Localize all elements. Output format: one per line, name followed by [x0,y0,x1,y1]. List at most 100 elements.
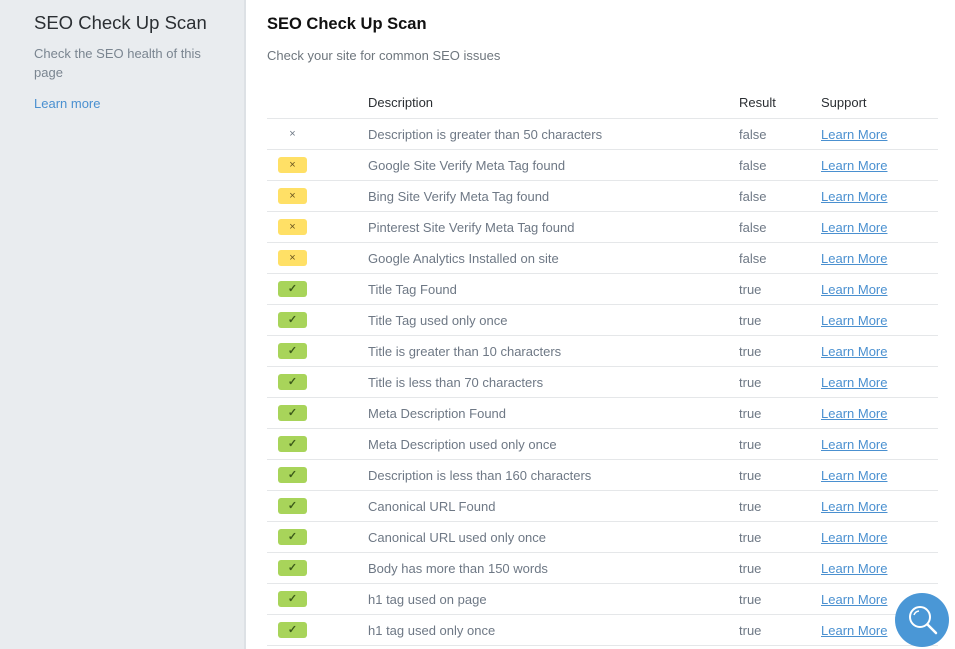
result-cell: true [739,397,821,429]
learn-more-link[interactable]: Learn More [821,623,887,638]
learn-more-link[interactable]: Learn More [821,406,887,421]
learn-more-link[interactable]: Learn More [821,220,887,235]
table-row: ✓ Title Tag Found true Learn More [267,273,938,305]
table-row: ✓ h1 tag used only once true Learn More [267,614,938,646]
learn-more-link[interactable]: Learn More [821,251,887,266]
status-cell: ✓ [267,521,368,553]
check-icon: ✓ [287,531,298,544]
support-cell: Learn More [821,304,938,336]
learn-more-link[interactable]: Learn More [821,437,887,452]
table-row: ✓ Body has more than 150 words true Learn M… [267,552,938,584]
status-badge: × [278,126,307,142]
search-icon [909,606,938,635]
status-cell: ✓ [267,614,368,646]
learn-more-link[interactable]: Learn More [821,375,887,390]
status-cell: ✓ [267,428,368,460]
status-cell: ✓ [267,273,368,305]
column-header-status [267,87,368,119]
table-row: ✓ Meta Description used only once true Lear… [267,428,938,460]
search-fab-button[interactable] [895,593,949,647]
main-panel: SEO Check Up Scan Check your site for co… [248,0,955,649]
column-header-description: Description [368,87,739,119]
support-cell: Learn More [821,459,938,491]
table-row: ✓ Title is less than 70 characters true Lea… [267,366,938,398]
table-body: × Description is greater than 50 characte… [267,118,938,646]
status-cell: ✓ [267,366,368,398]
learn-more-link[interactable]: Learn More [821,468,887,483]
learn-more-link[interactable]: Learn More [821,158,887,173]
description-cell: h1 tag used only once [368,614,739,646]
result-cell: true [739,552,821,584]
status-badge: ✓ [278,281,307,298]
table-row: ✓ h1 tag used on page true Learn More [267,583,938,615]
status-badge: ✓ [278,591,307,608]
learn-more-link[interactable]: Learn More [821,189,887,204]
result-cell: true [739,459,821,491]
check-icon: ✓ [287,283,298,296]
check-icon: ✓ [287,376,298,389]
table-row: ✓ Meta Description Found true Learn More [267,397,938,429]
status-badge: ✓ [278,560,307,577]
check-icon: ✓ [287,624,298,637]
result-cell: true [739,273,821,305]
description-cell: Meta Description Found [368,397,739,429]
support-cell: Learn More [821,366,938,398]
learn-more-link[interactable]: Learn More [821,344,887,359]
result-cell: false [739,118,821,150]
support-cell: Learn More [821,521,938,553]
description-cell: Bing Site Verify Meta Tag found [368,180,739,212]
learn-more-link[interactable]: Learn More [821,499,887,514]
table-row: × Bing Site Verify Meta Tag found false Lea… [267,180,938,212]
status-cell: ✓ [267,397,368,429]
support-cell: Learn More [821,149,938,181]
status-badge: ✓ [278,343,307,360]
column-header-support: Support [821,87,938,119]
status-badge: ✓ [278,529,307,546]
table-row: ✓ Title is greater than 10 characters true… [267,335,938,367]
description-cell: Canonical URL Found [368,490,739,522]
support-cell: Learn More [821,552,938,584]
check-icon: ✓ [287,345,298,358]
check-icon: ✓ [287,407,298,420]
description-cell: Description is greater than 50 character… [368,118,739,150]
description-cell: Title Tag Found [368,273,739,305]
table-row: ✓ Canonical URL used only once true Learn M… [267,521,938,553]
result-cell: false [739,242,821,274]
check-icon: ✓ [287,562,298,575]
description-cell: Title is greater than 10 characters [368,335,739,367]
table-row: ✓ Title Tag used only once true Learn More [267,304,938,336]
x-icon: × [289,221,296,234]
learn-more-link[interactable]: Learn More [821,561,887,576]
sidebar: SEO Check Up Scan Check the SEO health o… [0,0,246,649]
support-cell: Learn More [821,428,938,460]
support-cell: Learn More [821,242,938,274]
status-cell: × [267,211,368,243]
check-icon: ✓ [287,314,298,327]
table-row: × Description is greater than 50 characte… [267,118,938,150]
result-cell: true [739,304,821,336]
support-cell: Learn More [821,180,938,212]
learn-more-link[interactable]: Learn More [821,313,887,328]
learn-more-link[interactable]: Learn More [821,530,887,545]
sidebar-description: Check the SEO health of this page [34,46,201,80]
status-badge: ✓ [278,436,307,453]
status-cell: ✓ [267,335,368,367]
status-cell: ✓ [267,552,368,584]
status-badge: ✓ [278,312,307,329]
x-icon: × [289,128,296,141]
check-icon: ✓ [287,469,298,482]
sidebar-learn-more-link[interactable]: Learn more [34,96,100,111]
description-cell: Title Tag used only once [368,304,739,336]
x-icon: × [289,190,296,203]
status-cell: × [267,180,368,212]
check-icon: ✓ [287,500,298,513]
learn-more-link[interactable]: Learn More [821,282,887,297]
support-cell: Learn More [821,211,938,243]
status-cell: ✓ [267,583,368,615]
result-cell: true [739,521,821,553]
status-cell: × [267,118,368,150]
learn-more-link[interactable]: Learn More [821,127,887,142]
check-icon: ✓ [287,593,298,606]
result-cell: true [739,614,821,646]
learn-more-link[interactable]: Learn More [821,592,887,607]
